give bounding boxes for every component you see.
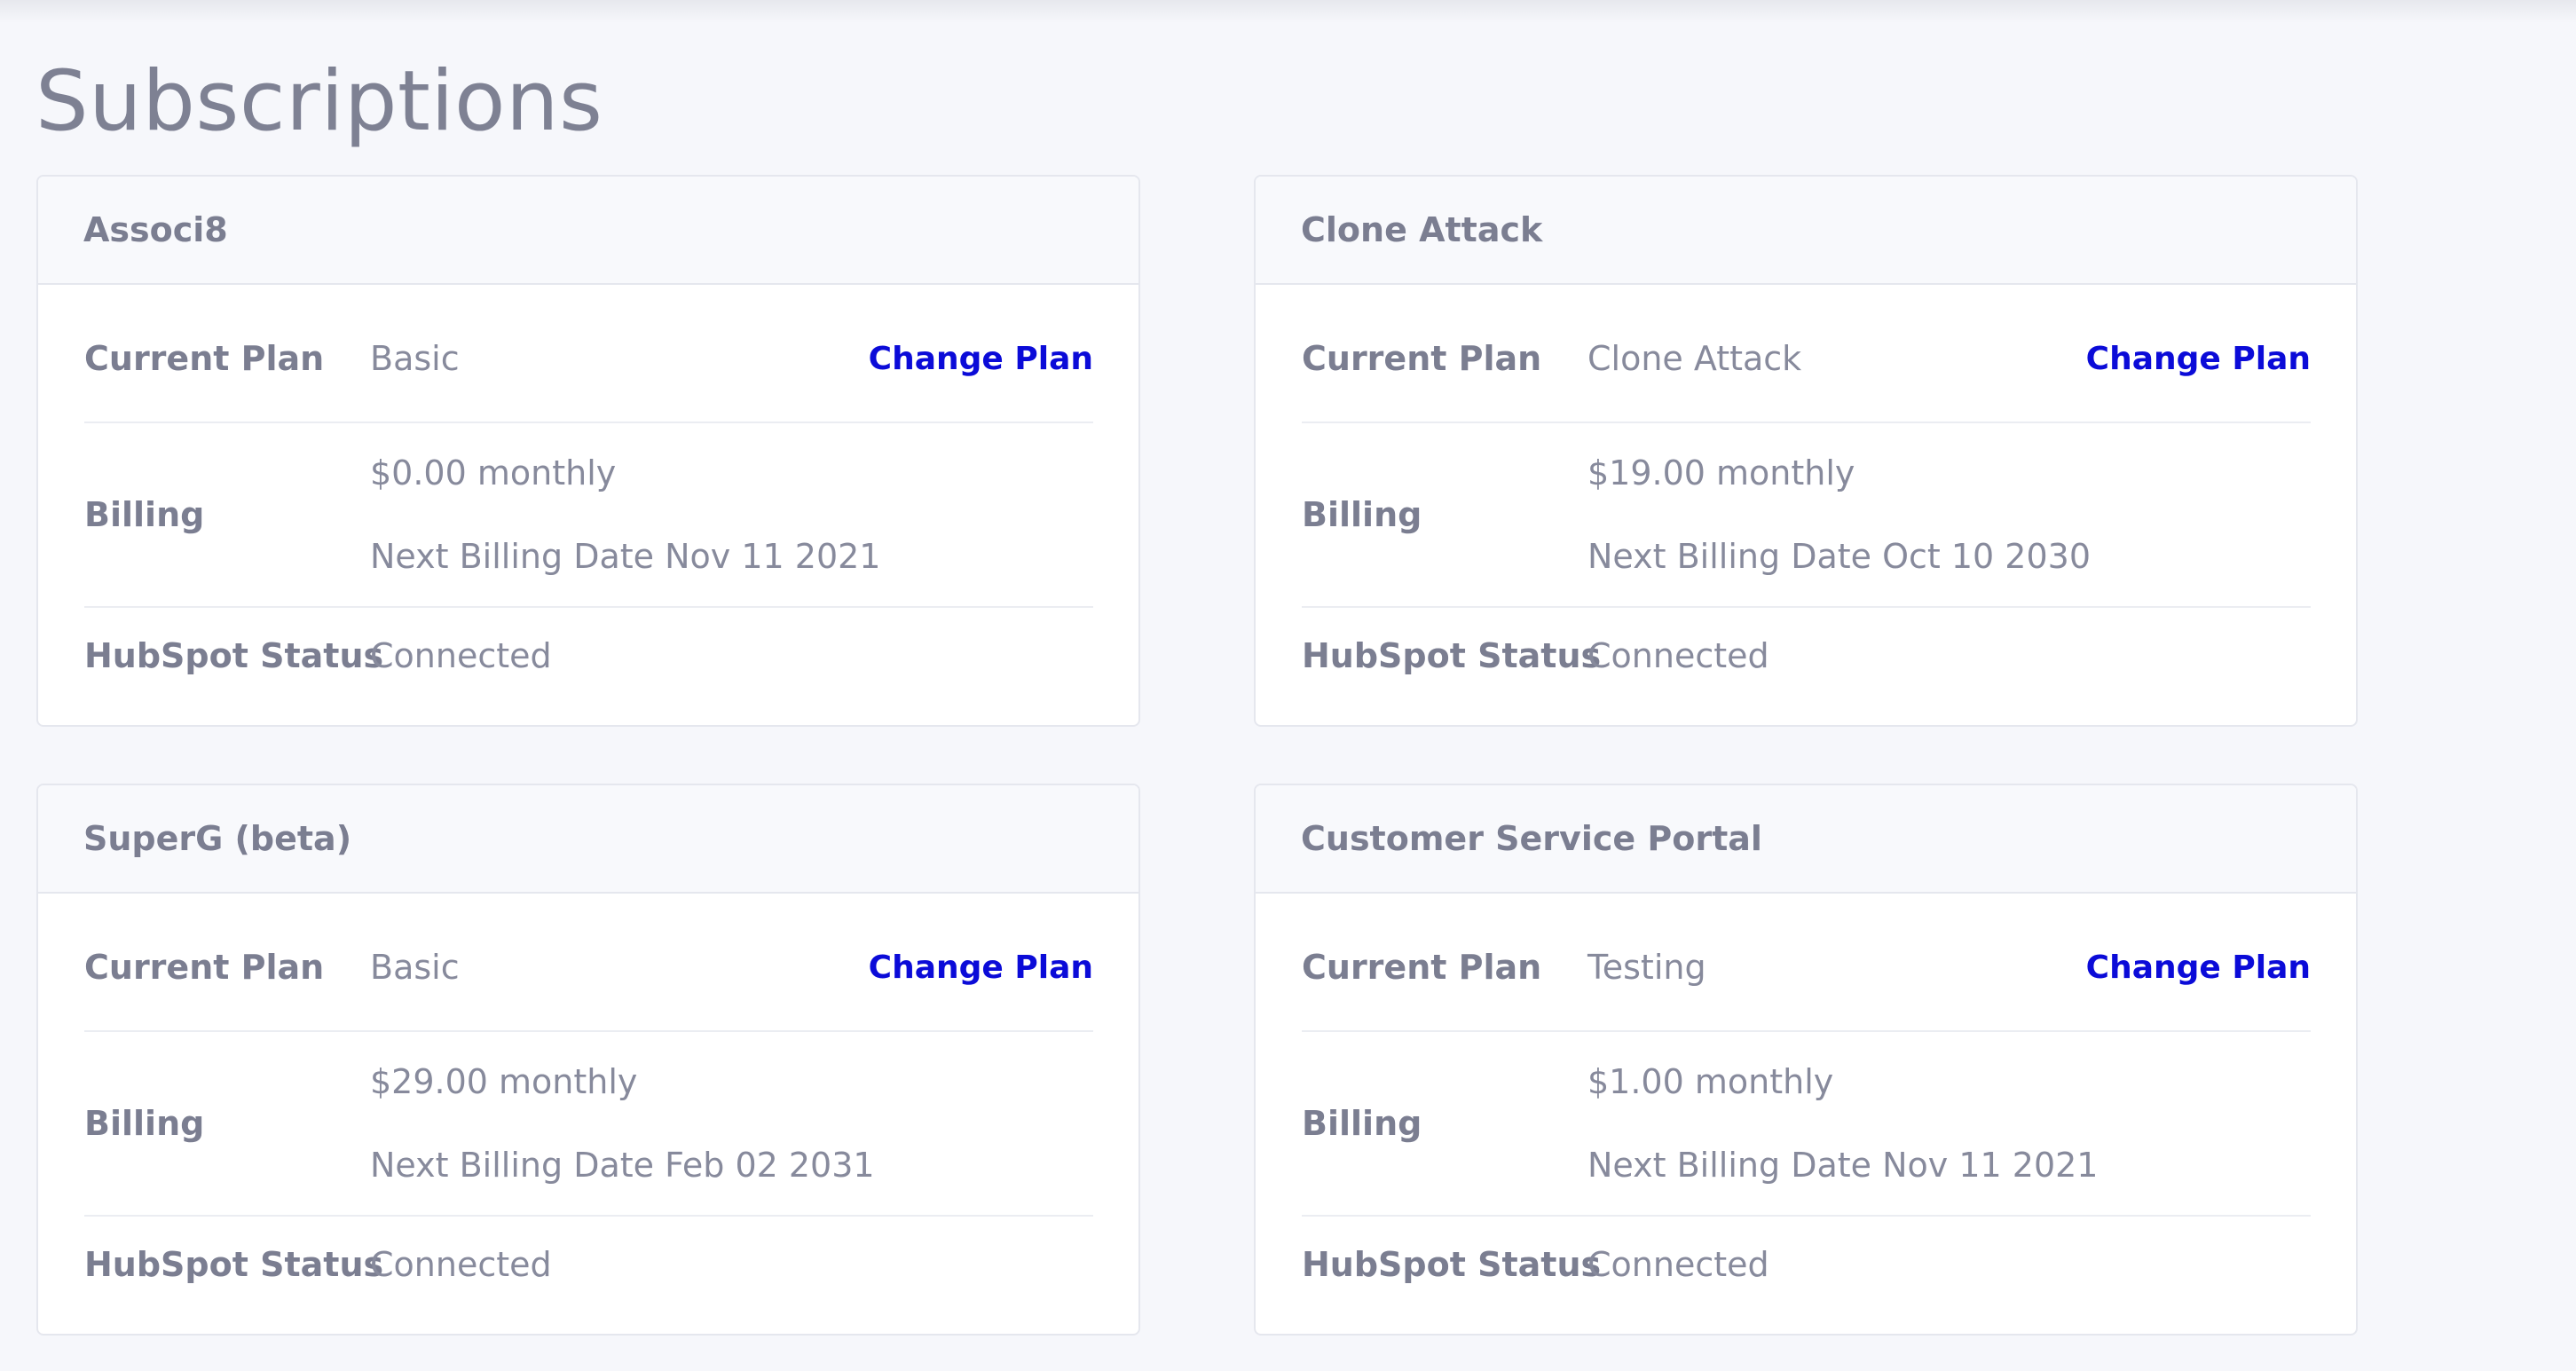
hubspot-status-row: HubSpot Status Connected [84,1217,1093,1312]
subscription-card-customer-service-portal: Customer Service Portal Current Plan Tes… [1254,784,2358,1336]
hubspot-status-row: HubSpot Status Connected [84,608,1093,704]
card-header: Clone Attack [1256,177,2356,285]
billing-row: Billing $19.00 monthly Next Billing Date… [1302,423,2311,608]
next-billing-date: Next Billing Date Oct 10 2030 [1587,537,2092,576]
card-header: Customer Service Portal [1256,785,2356,894]
hubspot-status-value: Connected [1587,1245,1769,1284]
subscription-card-clone-attack: Clone Attack Current Plan Clone Attack C… [1254,175,2358,727]
current-plan-value: Clone Attack [1587,339,1802,378]
hubspot-status-label: HubSpot Status [1302,1245,1602,1284]
current-plan-row: Current Plan Basic Change Plan [84,285,1093,423]
top-bar-shadow [0,0,2576,23]
hubspot-status-value: Connected [370,636,552,675]
card-body: Current Plan Testing Change Plan Billing… [1256,894,2356,1312]
next-billing-date: Next Billing Date Nov 11 2021 [1587,1146,2099,1185]
card-body: Current Plan Clone Attack Change Plan Bi… [1256,285,2356,704]
hubspot-status-label: HubSpot Status [1302,636,1602,675]
current-plan-value: Basic [370,948,460,987]
current-plan-label: Current Plan [1302,948,1542,987]
billing-row: Billing $29.00 monthly Next Billing Date… [84,1032,1093,1217]
current-plan-value: Testing [1587,948,1706,987]
card-body: Current Plan Basic Change Plan Billing $… [38,894,1138,1312]
hubspot-status-row: HubSpot Status Connected [1302,1217,2311,1312]
hubspot-status-label: HubSpot Status [84,636,384,675]
current-plan-row: Current Plan Testing Change Plan [1302,894,2311,1032]
card-body: Current Plan Basic Change Plan Billing $… [38,285,1138,704]
current-plan-label: Current Plan [84,339,325,378]
hubspot-status-row: HubSpot Status Connected [1302,608,2311,704]
billing-values: $0.00 monthly Next Billing Date Nov 11 2… [370,453,1093,576]
billing-label: Billing [1302,495,1422,534]
page-title: Subscriptions [35,53,603,150]
billing-amount: $0.00 monthly [370,453,617,492]
billing-amount: $19.00 monthly [1587,453,1855,492]
billing-values: $29.00 monthly Next Billing Date Feb 02 … [370,1062,1093,1185]
billing-amount: $1.00 monthly [1587,1062,1834,1101]
change-plan-link[interactable]: Change Plan [869,341,1093,377]
billing-label: Billing [84,1104,205,1143]
current-plan-row: Current Plan Clone Attack Change Plan [1302,285,2311,423]
change-plan-link[interactable]: Change Plan [869,949,1093,986]
billing-label: Billing [1302,1104,1422,1143]
change-plan-link[interactable]: Change Plan [2086,341,2311,377]
subscription-card-associ8: Associ8 Current Plan Basic Change Plan B… [36,175,1140,727]
current-plan-row: Current Plan Basic Change Plan [84,894,1093,1032]
next-billing-date: Next Billing Date Feb 02 2031 [370,1146,875,1185]
billing-amount: $29.00 monthly [370,1062,638,1101]
current-plan-value: Basic [370,339,460,378]
billing-values: $1.00 monthly Next Billing Date Nov 11 2… [1587,1062,2311,1185]
billing-row: Billing $1.00 monthly Next Billing Date … [1302,1032,2311,1217]
card-header: SuperG (beta) [38,785,1138,894]
card-header: Associ8 [38,177,1138,285]
billing-values: $19.00 monthly Next Billing Date Oct 10 … [1587,453,2311,576]
billing-label: Billing [84,495,205,534]
current-plan-label: Current Plan [84,948,325,987]
next-billing-date: Next Billing Date Nov 11 2021 [370,537,881,576]
hubspot-status-value: Connected [370,1245,552,1284]
hubspot-status-value: Connected [1587,636,1769,675]
change-plan-link[interactable]: Change Plan [2086,949,2311,986]
current-plan-label: Current Plan [1302,339,1542,378]
billing-row: Billing $0.00 monthly Next Billing Date … [84,423,1093,608]
hubspot-status-label: HubSpot Status [84,1245,384,1284]
subscription-card-superg: SuperG (beta) Current Plan Basic Change … [36,784,1140,1336]
